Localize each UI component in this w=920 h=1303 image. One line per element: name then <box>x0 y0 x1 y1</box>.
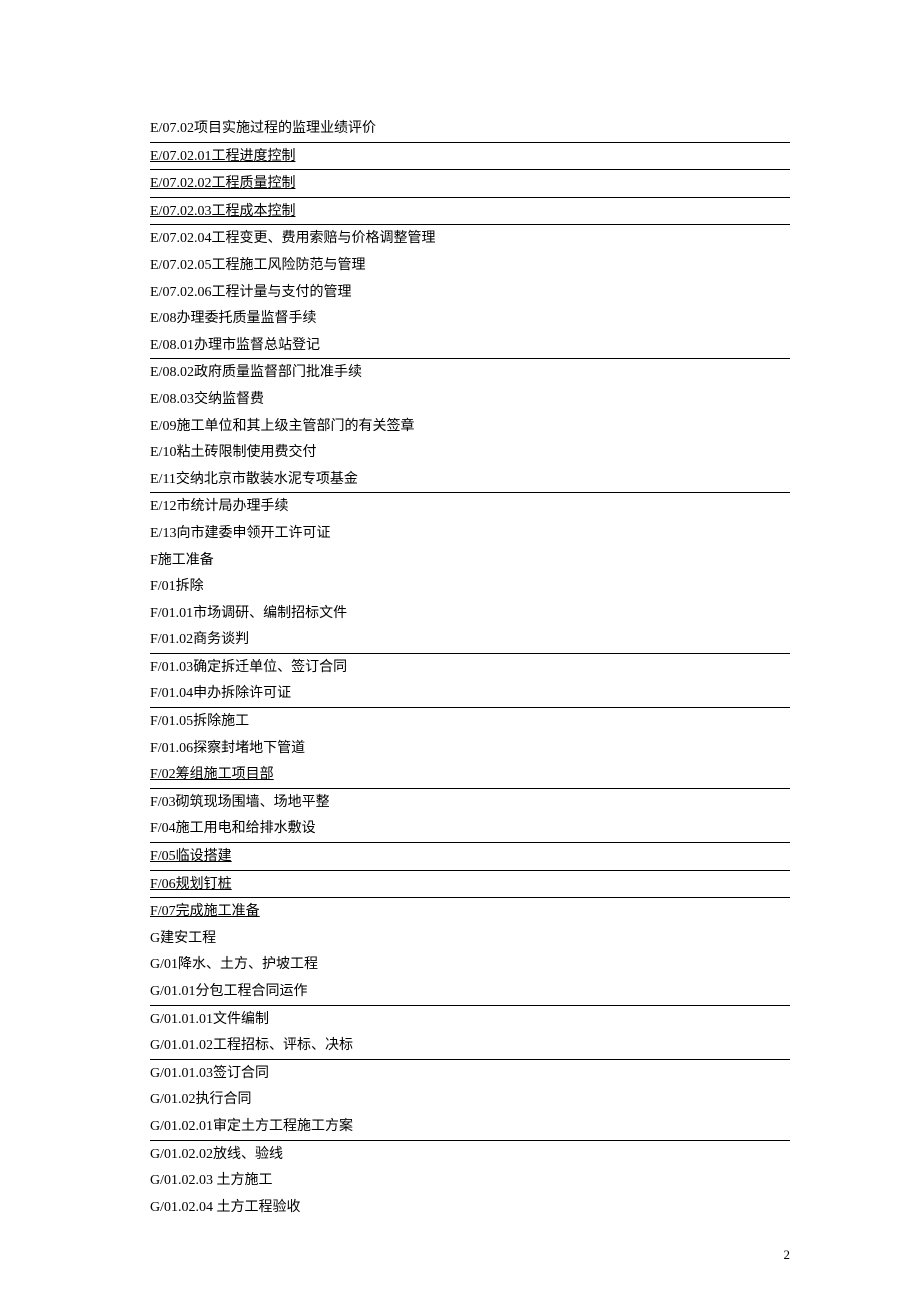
page-number: 2 <box>784 1247 791 1263</box>
document-line: G/01降水、土方、护坡工程 <box>150 951 790 978</box>
line-text: E/12市统计局办理手续 <box>150 499 288 514</box>
line-text: F/01拆除 <box>150 579 204 594</box>
line-text: E/07.02.03工程成本控制 <box>150 204 295 219</box>
line-text: G建安工程 <box>150 931 216 946</box>
document-line: E/07.02.05工程施工风险防范与管理 <box>150 252 790 279</box>
line-text: E/08办理委托质量监督手续 <box>150 311 316 326</box>
document-line: E/09施工单位和其上级主管部门的有关签章 <box>150 413 790 440</box>
line-text: G/01.01.03签订合同 <box>150 1066 269 1081</box>
line-text: G/01.02.03 土方施工 <box>150 1173 273 1188</box>
document-line: F/02筹组施工项目部 <box>150 761 790 789</box>
document-line: F/04施工用电和给排水敷设 <box>150 815 790 843</box>
document-line: E/07.02.06工程计量与支付的管理 <box>150 279 790 306</box>
line-text: E/07.02.05工程施工风险防范与管理 <box>150 258 365 273</box>
document-line: F/06规划钉桩 <box>150 871 790 899</box>
document-line: E/07.02.02工程质量控制 <box>150 170 790 198</box>
line-text: F/01.03确定拆迁单位、签订合同 <box>150 660 347 675</box>
line-text: E/11交纳北京市散装水泥专项基金 <box>150 472 358 487</box>
line-text: F/07完成施工准备 <box>150 904 260 919</box>
document-line: G/01.02执行合同 <box>150 1086 790 1113</box>
line-text: E/08.01办理市监督总站登记 <box>150 338 320 353</box>
line-text: F/05临设搭建 <box>150 849 232 864</box>
document-line: E/08.03交纳监督费 <box>150 386 790 413</box>
line-text: E/07.02项目实施过程的监理业绩评价 <box>150 121 376 136</box>
line-text: G/01.02执行合同 <box>150 1092 252 1107</box>
line-text: E/07.02.04工程变更、费用索赔与价格调整管理 <box>150 231 435 246</box>
document-line: G/01.01.03签订合同 <box>150 1060 790 1087</box>
line-text: E/10粘土砖限制使用费交付 <box>150 445 316 460</box>
document-line: E/13向市建委申领开工许可证 <box>150 520 790 547</box>
document-line: E/07.02.03工程成本控制 <box>150 198 790 226</box>
document-line: G/01.01.01文件编制 <box>150 1006 790 1033</box>
line-text: E/07.02.06工程计量与支付的管理 <box>150 285 351 300</box>
line-text: G/01.01分包工程合同运作 <box>150 984 308 999</box>
document-line: F/01拆除 <box>150 573 790 600</box>
document-line: E/08.02政府质量监督部门批准手续 <box>150 359 790 386</box>
line-text: E/13向市建委申领开工许可证 <box>150 526 330 541</box>
document-line: E/12市统计局办理手续 <box>150 493 790 520</box>
document-line: G/01.01.02工程招标、评标、决标 <box>150 1032 790 1060</box>
document-line: G建安工程 <box>150 925 790 952</box>
document-line: E/10粘土砖限制使用费交付 <box>150 439 790 466</box>
document-line: F/01.02商务谈判 <box>150 626 790 654</box>
line-text: G/01.02.01审定土方工程施工方案 <box>150 1119 353 1134</box>
line-text: F/03砌筑现场围墙、场地平整 <box>150 795 330 810</box>
line-text: E/08.03交纳监督费 <box>150 392 264 407</box>
document-line: F/05临设搭建 <box>150 843 790 871</box>
line-text: E/09施工单位和其上级主管部门的有关签章 <box>150 419 414 434</box>
line-text: G/01.02.02放线、验线 <box>150 1147 283 1162</box>
line-text: F/01.05拆除施工 <box>150 714 249 729</box>
document-line: E/08.01办理市监督总站登记 <box>150 332 790 360</box>
line-text: E/08.02政府质量监督部门批准手续 <box>150 365 362 380</box>
line-text: F/02筹组施工项目部 <box>150 767 274 782</box>
line-text: F/01.01市场调研、编制招标文件 <box>150 606 347 621</box>
document-line: F/07完成施工准备 <box>150 898 790 925</box>
document-line: F/01.04申办拆除许可证 <box>150 680 790 708</box>
document-line: F施工准备 <box>150 547 790 574</box>
line-text: E/07.02.02工程质量控制 <box>150 176 295 191</box>
document-line: E/07.02.01工程进度控制 <box>150 143 790 171</box>
document-line: F/03砌筑现场围墙、场地平整 <box>150 789 790 816</box>
line-text: G/01.01.01文件编制 <box>150 1012 269 1027</box>
document-line: G/01.02.04 土方工程验收 <box>150 1194 790 1221</box>
document-line: G/01.01分包工程合同运作 <box>150 978 790 1006</box>
document-line: G/01.02.02放线、验线 <box>150 1141 790 1168</box>
document-line: G/01.02.01审定土方工程施工方案 <box>150 1113 790 1141</box>
document-line: F/01.01市场调研、编制招标文件 <box>150 600 790 627</box>
line-text: F/04施工用电和给排水敷设 <box>150 821 316 836</box>
document-line: F/01.03确定拆迁单位、签订合同 <box>150 654 790 681</box>
document-line: E/11交纳北京市散装水泥专项基金 <box>150 466 790 494</box>
document-content: E/07.02项目实施过程的监理业绩评价 E/07.02.01工程进度控制 E/07… <box>0 0 920 1220</box>
line-text: E/07.02.01工程进度控制 <box>150 149 295 164</box>
line-text: G/01.01.02工程招标、评标、决标 <box>150 1038 353 1053</box>
document-line: E/08办理委托质量监督手续 <box>150 305 790 332</box>
document-line: F/01.05拆除施工 <box>150 708 790 735</box>
document-line: F/01.06探察封堵地下管道 <box>150 735 790 762</box>
document-line: G/01.02.03 土方施工 <box>150 1167 790 1194</box>
line-text: G/01.02.04 土方工程验收 <box>150 1200 301 1215</box>
line-text: F施工准备 <box>150 553 214 568</box>
line-text: G/01降水、土方、护坡工程 <box>150 957 318 972</box>
line-text: F/01.04申办拆除许可证 <box>150 686 291 701</box>
document-line: E/07.02.04工程变更、费用索赔与价格调整管理 <box>150 225 790 252</box>
document-line: E/07.02项目实施过程的监理业绩评价 <box>150 115 790 143</box>
line-text: F/01.02商务谈判 <box>150 632 249 647</box>
line-text: F/06规划钉桩 <box>150 877 232 892</box>
line-text: F/01.06探察封堵地下管道 <box>150 741 305 756</box>
